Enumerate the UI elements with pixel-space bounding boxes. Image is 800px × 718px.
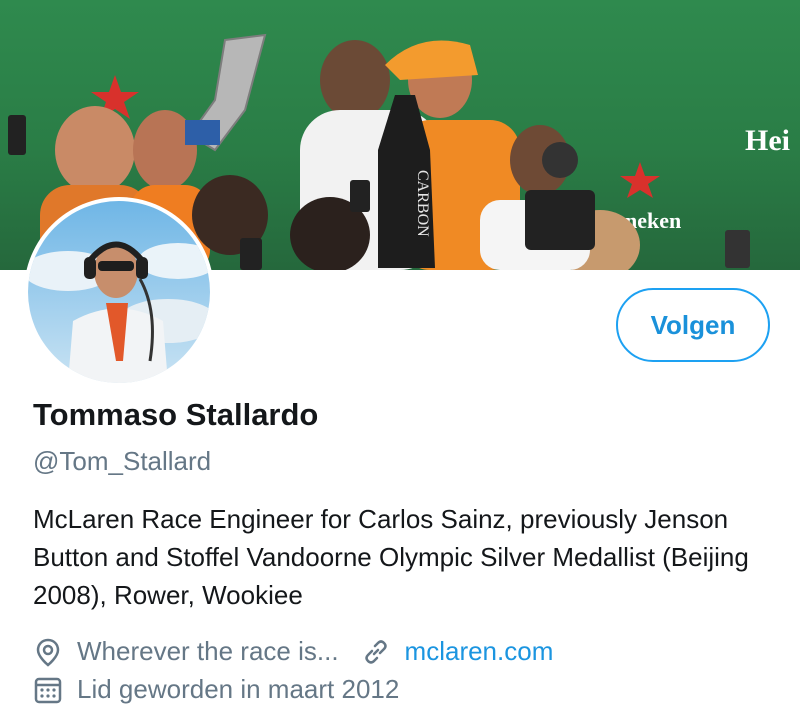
- map-pin-icon: [33, 637, 63, 667]
- profile-name: Tommaso Stallardo: [33, 397, 319, 432]
- profile-handle: @Tom_Stallard: [33, 446, 212, 476]
- driver-cap: [385, 40, 478, 80]
- camera-lens: [542, 142, 578, 178]
- link-icon: [361, 637, 391, 667]
- camera: [525, 190, 595, 250]
- phone: [8, 115, 26, 155]
- profile-website-link[interactable]: mclaren.com: [405, 636, 554, 667]
- calendar-icon: [33, 675, 63, 705]
- follow-button[interactable]: Volgen: [616, 288, 770, 362]
- bottle-label: CARBON: [414, 170, 431, 237]
- banner-star: [620, 162, 660, 198]
- banner-sponsor-text: Hei: [745, 124, 790, 157]
- trophy-base: [185, 120, 220, 145]
- profile-avatar[interactable]: [28, 201, 210, 383]
- profile-joined-row: Lid geworden in maart 2012: [33, 674, 399, 705]
- phone: [725, 230, 750, 268]
- profile-joined-date: Lid geworden in maart 2012: [77, 674, 400, 704]
- profile-meta-row: Wherever the race is... mclaren.com: [33, 636, 553, 667]
- phone: [350, 180, 370, 212]
- crowd-person: [320, 40, 390, 120]
- phone: [240, 238, 262, 270]
- crowd-person: [55, 106, 135, 194]
- profile-bio: McLaren Race Engineer for Carlos Sainz, …: [33, 504, 749, 610]
- avatar-photo: [28, 201, 210, 383]
- profile-location: Wherever the race is...: [77, 636, 339, 666]
